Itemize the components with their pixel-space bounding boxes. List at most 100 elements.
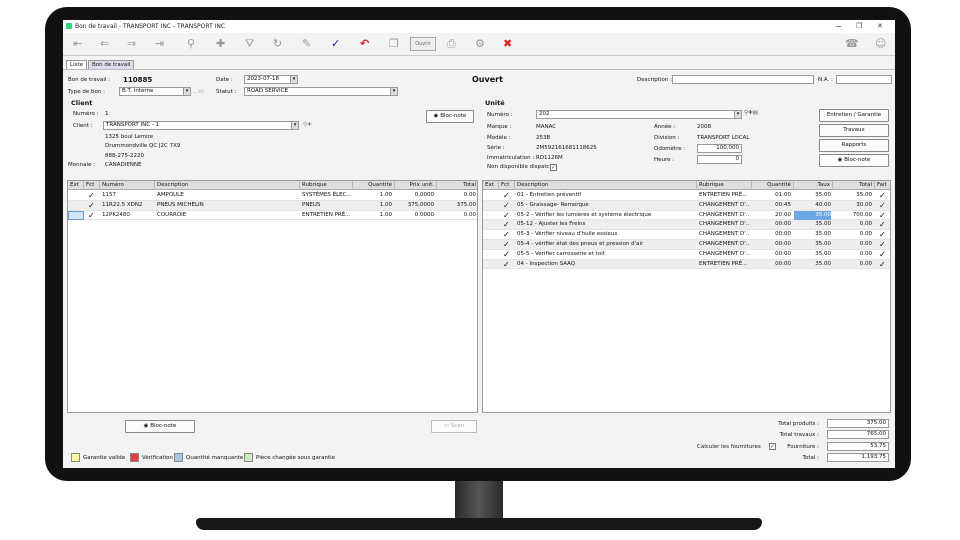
type-extra-icons[interactable]: …▭ (193, 89, 204, 95)
check-icon[interactable]: ✓ (503, 230, 510, 239)
col-fait[interactable]: Fait (875, 181, 890, 190)
filter-icon[interactable]: ⛛ (245, 37, 254, 51)
check-icon[interactable]: ✓ (503, 250, 510, 259)
heure-field[interactable]: 0 (697, 155, 742, 164)
fait-check-icon[interactable]: ✓ (879, 211, 886, 220)
col-total[interactable]: Total (437, 181, 477, 190)
last-record-icon[interactable]: ⇥ (155, 37, 164, 51)
ext-cell-selected[interactable] (68, 210, 84, 220)
col-description[interactable]: Description (155, 181, 300, 190)
table-row[interactable]: ✓ 01 - Entretien préventif ENTRETIEN PRÉ..… (483, 191, 890, 201)
table-row[interactable]: ✓ 05 - Graissage- Remorque CHANGEMENT D'..… (483, 200, 890, 211)
rapports-button[interactable]: Rapports (819, 139, 889, 152)
search-icon[interactable]: ⚲ (187, 37, 195, 51)
chevron-down-icon[interactable]: ▾ (183, 88, 190, 95)
fait-check-icon[interactable]: ✓ (879, 250, 886, 259)
check-icon[interactable]: ✓ (503, 240, 510, 249)
travaux-button[interactable]: Travaux (819, 124, 889, 137)
col-fct[interactable]: Fct (84, 181, 100, 190)
col-ext[interactable]: Ext (483, 181, 499, 190)
cell-taux[interactable]: 35.00 (794, 210, 831, 220)
delete-icon[interactable]: ✖ (503, 37, 512, 51)
first-record-icon[interactable]: ⇤ (73, 37, 82, 51)
table-row[interactable]: ✓ 05-4 - vérifier état des pneus et press… (483, 240, 890, 250)
chevron-down-icon[interactable]: ▾ (734, 111, 741, 118)
description-field[interactable] (672, 75, 814, 84)
cell-taux[interactable]: 35.00 (794, 191, 831, 200)
col-numero[interactable]: Numéro (100, 181, 155, 190)
save-check-icon[interactable]: ✓ (331, 37, 340, 51)
check-icon[interactable]: ✓ (503, 260, 510, 269)
client-bloc-note-button[interactable]: ◉ Bloc-note (426, 110, 474, 123)
col-fct[interactable]: Fct (499, 181, 515, 190)
check-icon[interactable]: ✓ (88, 191, 95, 200)
fait-check-icon[interactable]: ✓ (879, 230, 886, 239)
type-field[interactable]: B.T. Interne ▾ (119, 87, 191, 96)
maximize-icon[interactable]: ❐ (856, 22, 862, 30)
fait-check-icon[interactable]: ✓ (879, 201, 886, 210)
cell-taux[interactable]: 35.00 (794, 240, 831, 249)
cell-taux[interactable]: 35.00 (794, 260, 831, 269)
chevron-down-icon[interactable]: ▾ (290, 76, 297, 83)
table-row[interactable]: ✓ 04 - Inspection SAAQ ENTRETIEN PRÉ... 00:… (483, 259, 890, 270)
table-row[interactable]: ✓ 1157 AMPOULE SYSTÈMES ÉLEC... 1.00 0.0… (68, 191, 477, 201)
fait-check-icon[interactable]: ✓ (879, 240, 886, 249)
add-icon[interactable]: ✚ (216, 37, 225, 51)
table-row[interactable]: ✓ 11R22.5 XDN2 PNEUS MICHELIN PNEUS 1.00… (68, 200, 477, 211)
fourniture-value[interactable]: 53.75 (827, 442, 889, 451)
cell-taux[interactable]: 35.00 (794, 250, 831, 259)
fait-check-icon[interactable]: ✓ (879, 191, 886, 200)
undo-icon[interactable]: ↶ (360, 37, 369, 51)
close-icon[interactable]: ✕ (877, 22, 883, 30)
odometre-field[interactable]: 100,000 (697, 144, 742, 153)
unit-numero-field[interactable]: 202 ▾ (536, 110, 742, 119)
table-row[interactable]: ✓ 05-5 - Vérifier carrosserie et toit CHAN… (483, 250, 890, 260)
cell-taux[interactable]: 35.00 (794, 230, 831, 239)
col-taux[interactable]: Taux (794, 181, 833, 190)
edit-icon[interactable]: ✎ (302, 37, 311, 51)
refresh-icon[interactable]: ↻ (273, 37, 282, 51)
bottom-bloc-note-button[interactable]: ◉ Bloc-note (125, 420, 195, 433)
col-quantite[interactable]: Quantité (353, 181, 395, 190)
print-preview-icon[interactable]: ⎙ (447, 37, 456, 51)
col-rubrique[interactable]: Rubrique (697, 181, 752, 190)
help-icon[interactable]: ☎ (845, 37, 859, 51)
table-row[interactable]: ✓ 05-12 - Ajuster les Freins CHANGEMENT D'… (483, 220, 890, 231)
fait-check-icon[interactable]: ✓ (879, 220, 886, 229)
col-total[interactable]: Total (833, 181, 875, 190)
cell-taux[interactable]: 40.00 (794, 201, 831, 210)
check-icon[interactable]: ✓ (503, 201, 510, 210)
user-icon[interactable]: ☺ (875, 37, 886, 51)
fait-check-icon[interactable]: ✓ (879, 260, 886, 269)
table-row[interactable]: ✓ 05-2 - Vérifier les lumières et système… (483, 210, 890, 221)
scan-button[interactable]: ▭ Scan (431, 420, 477, 433)
client-field[interactable]: TRANSPORT INC - 1 ▾ (103, 121, 299, 130)
check-icon[interactable]: ✓ (503, 211, 510, 220)
chevron-down-icon[interactable]: ▾ (291, 122, 298, 129)
date-field[interactable]: 2023-07-18 ▾ (244, 75, 298, 84)
col-ext[interactable]: Ext (68, 181, 84, 190)
tools-icon[interactable]: ⚙ (475, 37, 485, 51)
col-description[interactable]: Description (515, 181, 697, 190)
entretien-garantie-button[interactable]: Entretien / Garantie (819, 109, 889, 122)
dispatch-checkbox[interactable]: ✓ (550, 164, 557, 171)
check-icon[interactable]: ✓ (503, 191, 510, 200)
next-icon[interactable]: ⇒ (127, 37, 136, 51)
check-icon[interactable]: ✓ (88, 211, 95, 220)
na-field[interactable] (836, 75, 892, 84)
unit-search-icon[interactable]: ⚲✚▤ (744, 110, 758, 116)
copy-icon[interactable]: ❐ (389, 37, 399, 51)
open-button[interactable]: Ouvrir (410, 37, 436, 51)
table-row[interactable]: ✓ 12PK2480 COURROIE ENTRETIEN PRÉ... 1.0… (68, 210, 477, 221)
table-row[interactable]: ✓ 05-3 - Vérifier niveau d'huile essieux C… (483, 230, 890, 240)
previous-icon[interactable]: ⇐ (100, 37, 109, 51)
col-rubrique[interactable]: Rubrique (300, 181, 353, 190)
col-prix[interactable]: Prix unit. (395, 181, 437, 190)
minimize-icon[interactable]: — (835, 22, 842, 30)
client-search-icon[interactable]: ⚲✚ (303, 122, 312, 128)
cell-taux[interactable]: 35.00 (794, 220, 831, 229)
chevron-down-icon[interactable]: ▾ (390, 88, 397, 95)
col-quantite[interactable]: Quantité (752, 181, 794, 190)
check-icon[interactable]: ✓ (503, 220, 510, 229)
unit-bloc-note-button[interactable]: ◉ Bloc-note (819, 154, 889, 167)
